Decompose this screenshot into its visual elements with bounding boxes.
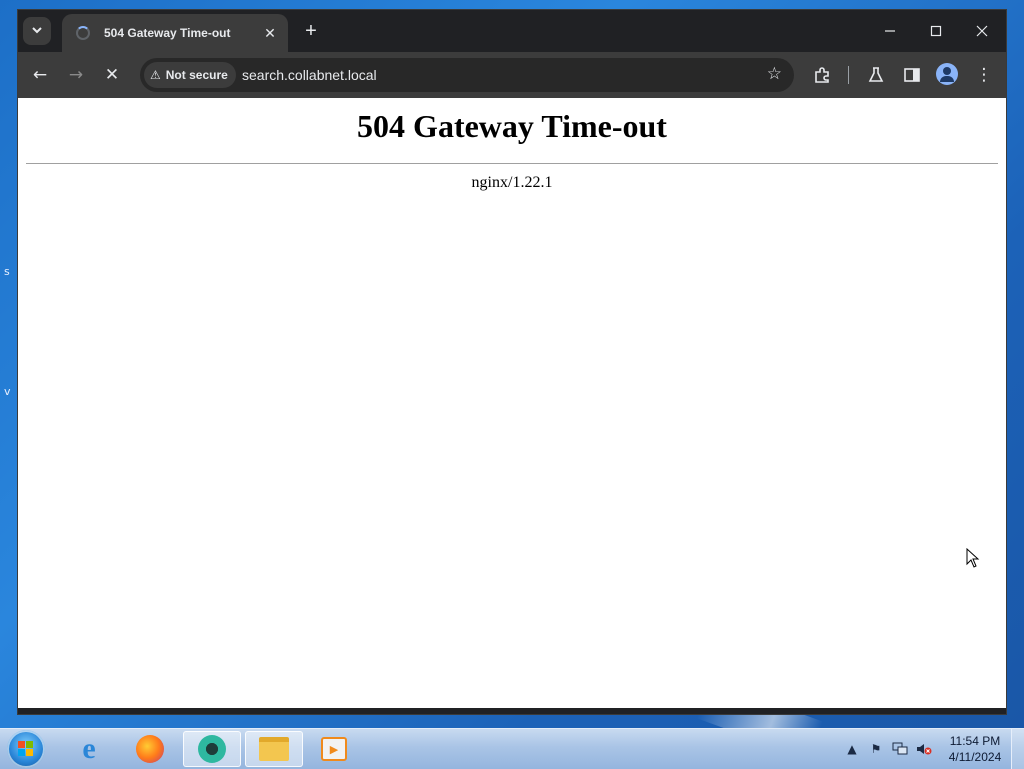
loading-spinner-icon <box>76 26 90 40</box>
page-divider <box>26 163 998 164</box>
new-tab-button[interactable]: + <box>300 20 322 42</box>
clock-time: 11:54 PM <box>949 734 1001 748</box>
system-clock[interactable]: 11:54 PM 4/11/2024 <box>940 733 1010 765</box>
url-text[interactable]: search.collabnet.local <box>242 67 377 83</box>
security-indicator[interactable]: ⚠ Not secure <box>144 62 236 88</box>
action-center-flag-icon[interactable]: ⚑ <box>867 740 885 758</box>
browser-window: 504 Gateway Time-out ✕ + ← → ✕ ⚠ Not sec… <box>18 10 1006 714</box>
forward-button[interactable]: → <box>64 63 88 87</box>
extensions-puzzle-icon[interactable] <box>810 63 834 87</box>
tab-active[interactable]: 504 Gateway Time-out ✕ <box>62 14 288 52</box>
media-player-icon: ▶ <box>321 737 347 761</box>
browser-toolbar: ← → ✕ ⚠ Not secure search.collabnet.loca… <box>18 52 1006 98</box>
clock-date: 4/11/2024 <box>948 750 1002 764</box>
back-button[interactable]: ← <box>28 63 52 87</box>
windows-logo-icon <box>18 741 34 757</box>
profile-icon[interactable] <box>936 63 958 85</box>
mouse-pointer-icon <box>966 548 980 568</box>
browser-app-icon <box>198 735 226 763</box>
maximize-button[interactable] <box>916 18 956 44</box>
network-icon[interactable] <box>891 740 909 758</box>
warning-icon: ⚠ <box>150 68 161 82</box>
page-content: 504 Gateway Time-out nginx/1.22.1 <box>18 98 1006 708</box>
toolbar-divider <box>848 66 849 84</box>
labs-flask-icon[interactable] <box>864 63 888 87</box>
folder-icon <box>259 737 289 761</box>
taskbar-browser-active[interactable] <box>183 731 241 767</box>
taskbar-internet-explorer[interactable]: e <box>60 731 118 767</box>
chevron-down-icon <box>31 24 43 39</box>
tab-title: 504 Gateway Time-out <box>104 26 231 40</box>
tab-strip: 504 Gateway Time-out ✕ + <box>18 10 1006 52</box>
close-window-button[interactable] <box>962 18 1002 44</box>
firefox-icon <box>136 735 164 763</box>
server-signature: nginx/1.22.1 <box>471 174 553 191</box>
volume-muted-icon[interactable] <box>915 740 933 758</box>
taskbar-firefox[interactable] <box>121 731 179 767</box>
browser-menu-button[interactable]: ⋮ <box>972 63 996 87</box>
stop-loading-button[interactable]: ✕ <box>100 63 124 87</box>
taskbar-file-explorer[interactable] <box>245 731 303 767</box>
taskbar-media-player[interactable]: ▶ <box>305 731 363 767</box>
start-button[interactable] <box>7 730 45 768</box>
desktop-edge-fragment: v <box>4 385 11 398</box>
error-heading: 504 Gateway Time-out <box>357 108 667 144</box>
taskbar: e ▶ ▲ ⚑ 11:54 PM 4/11/2024 <box>0 728 1024 769</box>
tab-search-button[interactable] <box>23 17 51 45</box>
show-desktop-button[interactable] <box>1011 729 1024 769</box>
side-panel-icon[interactable] <box>900 63 924 87</box>
minimize-button[interactable] <box>870 18 910 44</box>
address-bar[interactable]: ⚠ Not secure search.collabnet.local ☆ <box>140 58 794 92</box>
desktop-edge-fragment: s <box>4 265 10 278</box>
internet-explorer-icon: e <box>82 732 96 765</box>
tray-overflow-chevron-icon[interactable]: ▲ <box>843 740 861 758</box>
system-tray: ▲ ⚑ <box>840 729 936 769</box>
security-label: Not secure <box>165 68 228 82</box>
bookmark-star-icon[interactable]: ☆ <box>767 64 782 84</box>
tab-close-icon[interactable]: ✕ <box>260 23 280 43</box>
